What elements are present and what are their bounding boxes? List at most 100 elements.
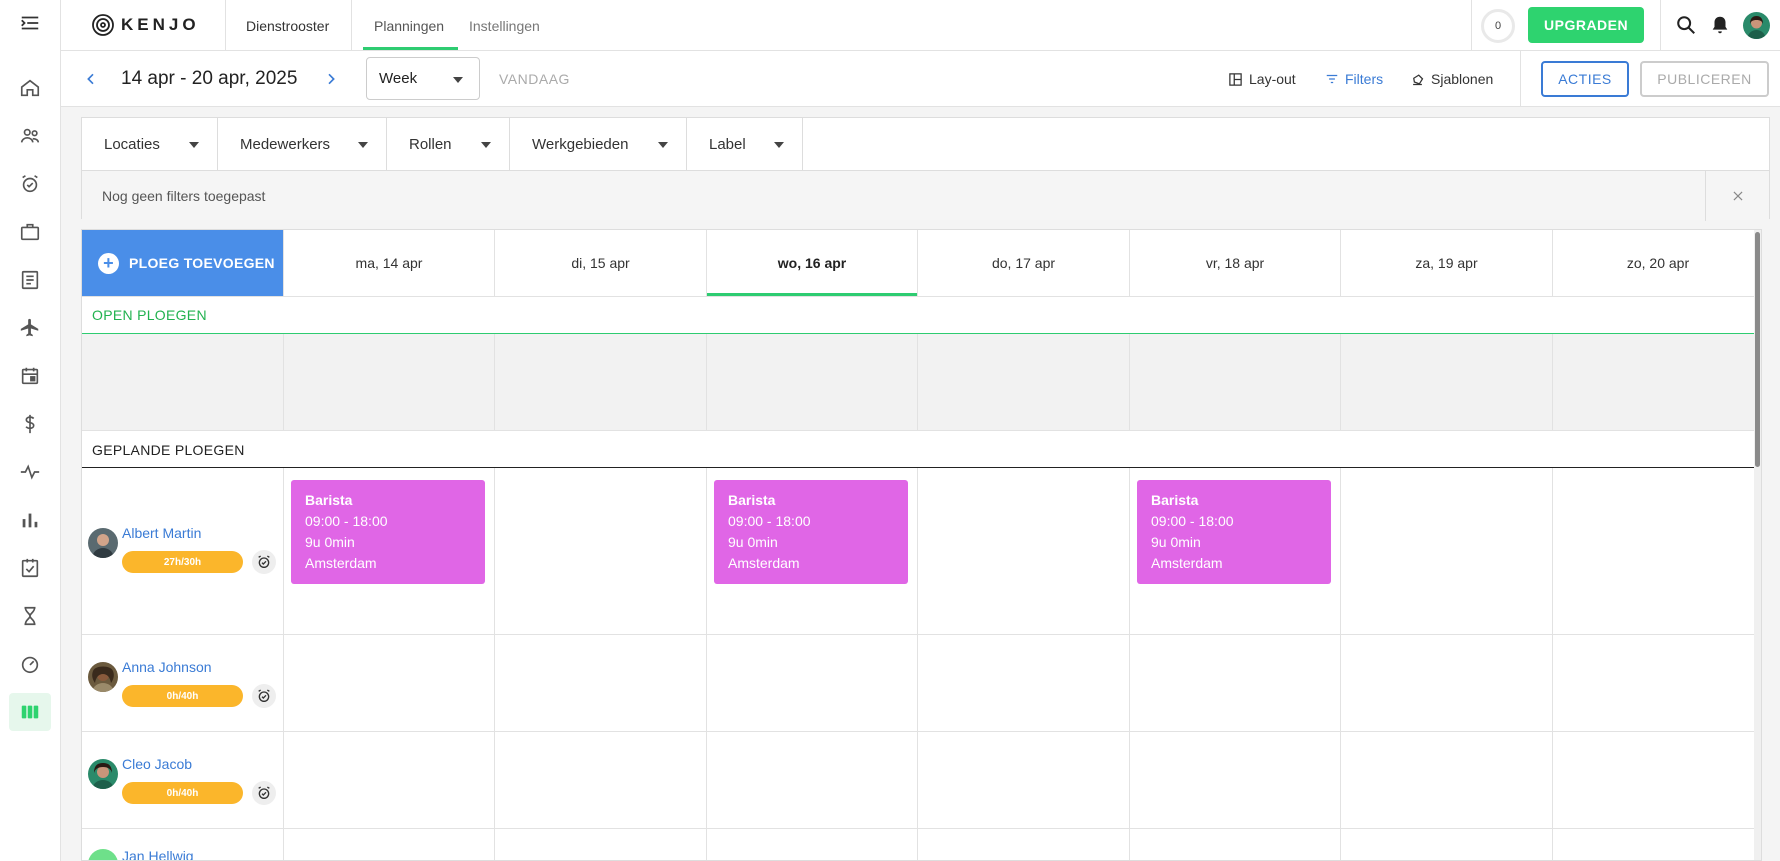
shift-role: Barista xyxy=(728,492,776,508)
upgrade-button[interactable]: UPGRADEN xyxy=(1528,7,1645,43)
day-header: vr, 18 apr xyxy=(1129,230,1340,296)
avatar xyxy=(88,662,118,692)
publish-button[interactable]: PUBLICEREN xyxy=(1640,61,1769,97)
layout-label: Lay-out xyxy=(1249,71,1296,87)
bar-chart-icon[interactable] xyxy=(17,507,43,533)
employee-name-link[interactable]: Albert Martin xyxy=(122,525,201,541)
shift-card[interactable]: Barista 09:00 - 18:00 9u 0min Amsterdam xyxy=(1137,480,1331,584)
kenjo-logo[interactable]: KENJO xyxy=(91,12,200,38)
shift-time: 09:00 - 18:00 xyxy=(728,513,811,529)
today-button[interactable]: VANDAAG xyxy=(499,51,570,107)
filters-label: Filters xyxy=(1345,71,1384,87)
shift-location: Amsterdam xyxy=(1151,555,1223,571)
activity-icon[interactable] xyxy=(17,459,43,485)
avatar xyxy=(88,759,118,789)
tab-instellingen[interactable]: Instellingen xyxy=(469,0,540,51)
menu-collapse-icon[interactable] xyxy=(17,10,43,36)
chevron-down-icon xyxy=(658,142,668,148)
nav-dienstrooster[interactable]: Dienstrooster xyxy=(246,0,329,51)
filter-dropdown-work-areas[interactable]: Werkgebieden xyxy=(510,118,687,170)
alarm-clock-icon[interactable] xyxy=(252,781,276,805)
filters-button[interactable]: Filters xyxy=(1325,51,1383,107)
filter-dropdown-label[interactable]: Label xyxy=(687,118,803,170)
filter-dropdown-locations[interactable]: Locaties xyxy=(82,118,218,170)
chevron-down-icon xyxy=(481,142,491,148)
airplane-icon[interactable] xyxy=(17,315,43,341)
day-header: ma, 14 apr xyxy=(283,230,494,296)
layout-button[interactable]: Lay-out xyxy=(1228,51,1296,107)
hours-badge: 0h/40h xyxy=(122,782,243,804)
alarm-clock-icon[interactable] xyxy=(252,550,276,574)
shift-role: Barista xyxy=(305,492,353,508)
shift-card[interactable]: Barista 09:00 - 18:00 9u 0min Amsterdam xyxy=(291,480,485,584)
avatar xyxy=(88,528,118,558)
filter-dropdown-roles[interactable]: Rollen xyxy=(387,118,510,170)
hours-badge: 0h/40h xyxy=(122,685,243,707)
plus-icon: + xyxy=(98,252,119,274)
next-week-chevron-icon[interactable] xyxy=(323,51,339,107)
view-period-select[interactable]: Week xyxy=(366,57,480,100)
templates-button[interactable]: Sjablonen xyxy=(1410,51,1493,107)
chevron-down-icon xyxy=(358,142,368,148)
chevron-down-icon xyxy=(189,142,199,148)
shift-duration: 9u 0min xyxy=(1151,534,1201,550)
shift-card[interactable]: Barista 09:00 - 18:00 9u 0min Amsterdam xyxy=(714,480,908,584)
employee-row-header: Cleo Jacob 0h/40h xyxy=(82,732,283,828)
templates-label: Sjablonen xyxy=(1431,71,1494,87)
previous-week-chevron-icon[interactable] xyxy=(83,51,99,107)
day-header: zo, 20 apr xyxy=(1552,230,1761,296)
filter-label: Label xyxy=(709,135,746,153)
clear-filters-close-icon[interactable] xyxy=(1705,171,1769,221)
employee-row-header: Albert Martin 27h/30h xyxy=(82,468,283,634)
filters-panel: Locaties Medewerkers Rollen Werkgebieden… xyxy=(81,117,1770,221)
people-icon[interactable] xyxy=(17,123,43,149)
task-checklist-icon[interactable] xyxy=(17,555,43,581)
shift-role: Barista xyxy=(1151,492,1199,508)
layout-icon xyxy=(1229,72,1242,86)
calendar-icon[interactable] xyxy=(17,363,43,389)
sidebar xyxy=(0,0,61,861)
filter-label: Locaties xyxy=(104,135,160,153)
employee-row-header: Jan Hellwig xyxy=(82,829,283,860)
add-shift-label: PLOEG TOEVOEGEN xyxy=(129,255,275,271)
notification-counter[interactable]: 0 xyxy=(1481,9,1515,43)
employee-name-link[interactable]: Jan Hellwig xyxy=(122,848,194,860)
gauge-icon[interactable] xyxy=(17,651,43,677)
hourglass-icon[interactable] xyxy=(17,603,43,629)
planned-shifts-section-label: GEPLANDE PLOEGEN xyxy=(92,441,245,458)
filter-label: Werkgebieden xyxy=(532,135,629,153)
alarm-icon[interactable] xyxy=(17,171,43,197)
alarm-clock-icon[interactable] xyxy=(252,684,276,708)
tab-planningen[interactable]: Planningen xyxy=(374,0,444,51)
dollar-icon[interactable] xyxy=(17,411,43,437)
shift-location: Amsterdam xyxy=(728,555,800,571)
schedule-toolbar: 14 apr - 20 apr, 2025 Week VANDAAG Lay-o… xyxy=(61,51,1780,107)
add-shift-button[interactable]: + PLOEG TOEVOEGEN xyxy=(82,230,283,296)
shift-duration: 9u 0min xyxy=(305,534,355,550)
employee-name-link[interactable]: Cleo Jacob xyxy=(122,756,192,772)
home-icon[interactable] xyxy=(17,75,43,101)
shift-duration: 9u 0min xyxy=(728,534,778,550)
filter-label: Medewerkers xyxy=(240,135,331,153)
scrollbar-thumb[interactable] xyxy=(1755,232,1760,467)
briefcase-icon[interactable] xyxy=(17,219,43,245)
filter-icon xyxy=(1326,74,1338,84)
bell-icon[interactable] xyxy=(1709,14,1731,36)
chevron-down-icon xyxy=(774,142,784,148)
employee-row-header: Anna Johnson 0h/40h xyxy=(82,635,283,731)
document-icon[interactable] xyxy=(17,267,43,293)
chevron-down-icon xyxy=(453,77,463,83)
active-tab-indicator xyxy=(363,47,458,50)
search-icon[interactable] xyxy=(1675,14,1697,36)
employee-name-link[interactable]: Anna Johnson xyxy=(122,659,212,675)
day-header: za, 19 apr xyxy=(1340,230,1552,296)
open-shifts-row[interactable] xyxy=(82,334,1761,430)
day-header: di, 15 apr xyxy=(494,230,706,296)
user-avatar[interactable] xyxy=(1743,12,1770,39)
day-header: do, 17 apr xyxy=(917,230,1129,296)
actions-button[interactable]: ACTIES xyxy=(1541,61,1629,97)
no-filters-text: Nog geen filters toegepast xyxy=(102,188,266,204)
grid-scrollbar[interactable] xyxy=(1754,230,1761,860)
schedule-columns-icon[interactable] xyxy=(9,693,51,731)
filter-dropdown-employees[interactable]: Medewerkers xyxy=(218,118,387,170)
